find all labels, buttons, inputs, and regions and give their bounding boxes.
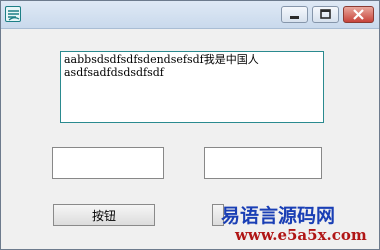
app-icon[interactable]: [5, 6, 21, 22]
close-button[interactable]: [343, 6, 374, 23]
maximize-button[interactable]: [312, 6, 339, 23]
right-edit-field[interactable]: [204, 147, 322, 179]
minimize-button[interactable]: [281, 6, 308, 23]
watermark-url: www.e5a5x.com: [235, 226, 367, 244]
maximize-icon: [320, 9, 331, 19]
close-icon: [353, 9, 364, 20]
title-bar[interactable]: [1, 1, 379, 29]
watermark-title: 易语言源码网: [221, 205, 336, 227]
left-edit-field[interactable]: [52, 147, 164, 179]
main-button[interactable]: 按钮: [53, 204, 155, 226]
minimize-icon: [290, 16, 299, 19]
app-window: aabbsdsdfsdfsdendsefsdf我是中国人 asdfsadfdsd…: [0, 0, 380, 250]
multiline-text-box[interactable]: aabbsdsdfsdfsdendsefsdf我是中国人 asdfsadfdsd…: [60, 51, 324, 123]
